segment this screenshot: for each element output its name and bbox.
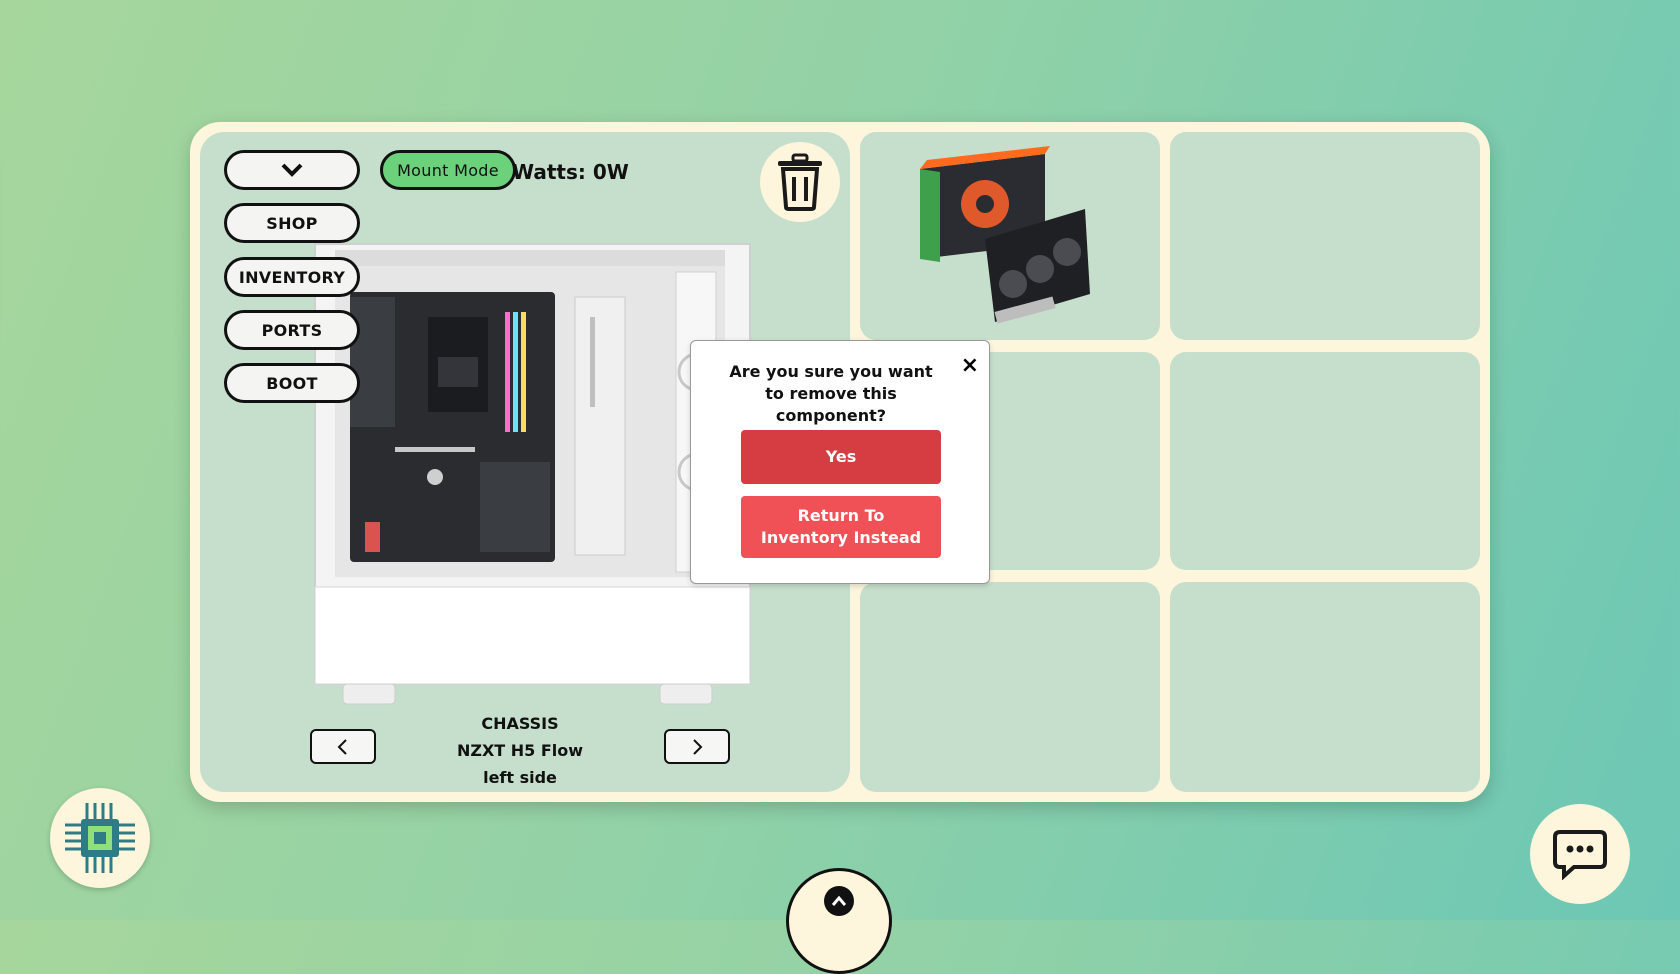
mount-mode-button[interactable]: Mount Mode — [380, 150, 516, 190]
boot-button[interactable]: BOOT — [224, 363, 360, 403]
dialog-message: Are you sure you want to remove this com… — [729, 362, 933, 425]
chevron-left-icon — [337, 738, 347, 755]
case-top-vent — [335, 250, 725, 266]
ports-button[interactable]: PORTS — [224, 310, 360, 350]
expand-panel-button[interactable] — [786, 868, 892, 974]
chassis-view: left side — [483, 768, 557, 787]
watts-readout: Watts: 0W — [512, 160, 629, 184]
prev-chassis-button[interactable] — [310, 729, 376, 764]
chevron-up-icon — [824, 886, 854, 916]
case-psu-shroud — [314, 586, 751, 685]
chevron-down-icon — [281, 163, 303, 177]
ports-label: PORTS — [261, 320, 323, 340]
gpu-box-pupil — [976, 195, 994, 213]
chevron-right-icon — [693, 738, 703, 755]
graphics-card-image — [920, 146, 1090, 324]
trash-button[interactable] — [760, 142, 840, 222]
drive-bay-slot — [590, 317, 595, 407]
board-standoff — [427, 469, 443, 485]
drive-bay — [574, 296, 626, 556]
io-headers — [365, 522, 380, 552]
case-foot-left — [342, 683, 396, 705]
chipset-heatsink — [480, 462, 550, 552]
inventory-button[interactable]: INVENTORY — [224, 257, 360, 297]
close-icon[interactable]: × — [961, 353, 979, 378]
chassis-name: NZXT H5 Flow — [456, 741, 584, 760]
mount-mode-label: Mount Mode — [397, 160, 499, 180]
chip-logo[interactable] — [50, 788, 150, 888]
gpu-fan-2 — [1026, 255, 1054, 283]
inventory-slot-5[interactable] — [860, 582, 1160, 792]
gpu-box-side — [920, 169, 940, 262]
case-foot-right — [659, 683, 713, 705]
cpu-cooler-plate — [438, 357, 478, 387]
inventory-slot-4[interactable] — [1170, 352, 1480, 570]
remove-component-dialog: Are you sure you want to remove this com… — [690, 340, 990, 584]
chassis-category: CHASSIS — [481, 714, 559, 733]
next-chassis-button[interactable] — [664, 729, 730, 764]
chat-button[interactable] — [1530, 804, 1630, 904]
chat-icon — [1553, 830, 1607, 880]
collapse-toggle-button[interactable] — [224, 150, 360, 190]
return-to-inventory-button[interactable]: Return To Inventory Instead — [741, 496, 941, 558]
shop-label: SHOP — [266, 213, 318, 233]
ram-stick-3 — [521, 312, 526, 432]
ram-stick-1 — [505, 312, 510, 432]
gpu-fan-1 — [999, 270, 1027, 298]
trash-icon — [778, 153, 822, 211]
boot-label: BOOT — [266, 373, 318, 393]
shop-button[interactable]: SHOP — [224, 203, 360, 243]
inventory-slot-2[interactable] — [1170, 132, 1480, 340]
pcie-slot — [395, 447, 475, 452]
inventory-slot-6[interactable] — [1170, 582, 1480, 792]
vrm-heatsink — [350, 297, 395, 427]
yes-button[interactable]: Yes — [741, 430, 941, 484]
ram-stick-2 — [513, 312, 518, 432]
chip-icon — [65, 803, 135, 873]
inventory-slot-1[interactable] — [860, 132, 1160, 340]
gpu-fan-3 — [1053, 238, 1081, 266]
inventory-label: INVENTORY — [238, 267, 346, 287]
chassis-caption: CHASSIS NZXT H5 Flow left side — [410, 710, 630, 791]
